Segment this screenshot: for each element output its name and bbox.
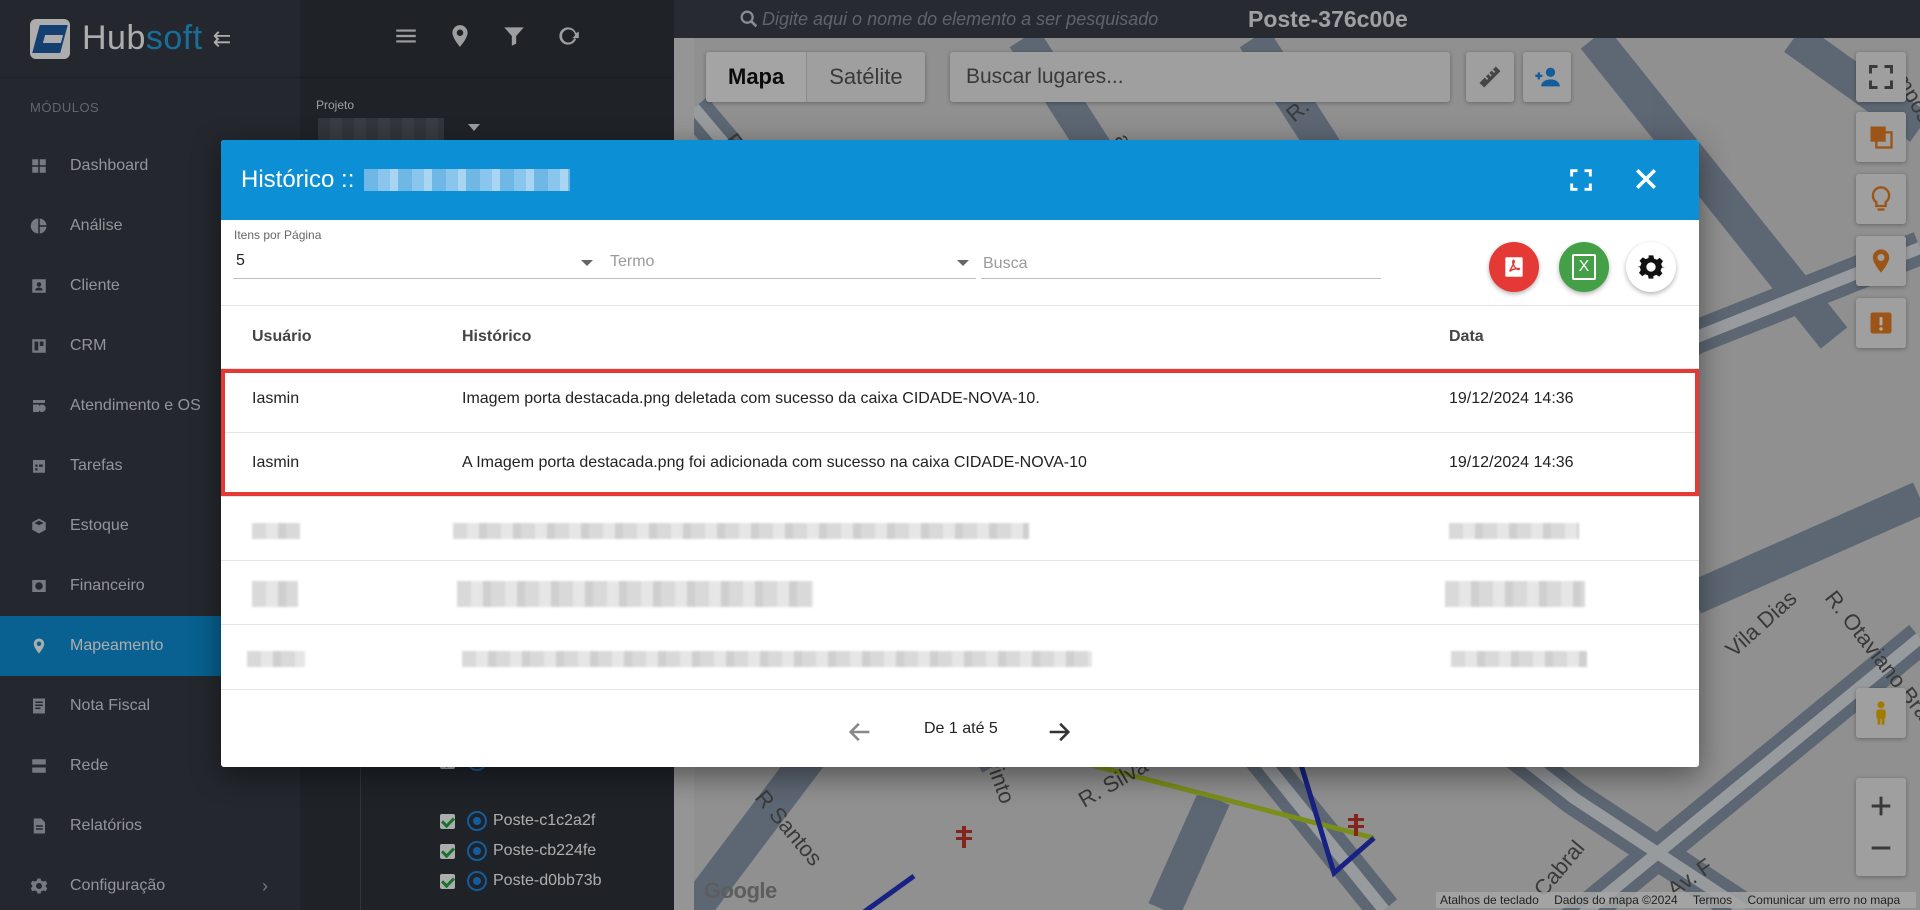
redacted-cell xyxy=(252,523,300,539)
history-modal: Histórico :: Itens por Página 5 Termo Bu… xyxy=(221,140,1699,767)
redacted-cell xyxy=(252,581,298,607)
gear-icon xyxy=(1637,255,1665,279)
redacted-cell xyxy=(457,581,813,607)
pdf-icon xyxy=(1505,257,1523,277)
cell-history: Imagem porta destacada.png deletada com … xyxy=(462,390,1040,407)
field-underline xyxy=(981,278,1381,279)
filters-bar: Itens por Página 5 Termo Busca X xyxy=(221,220,1699,306)
table-row[interactable]: Iasmin Imagem porta destacada.png deleta… xyxy=(221,369,1699,433)
column-header-user[interactable]: Usuário xyxy=(252,328,312,346)
table-row-redacted[interactable] xyxy=(221,625,1699,689)
column-header-history[interactable]: Histórico xyxy=(462,328,531,346)
redacted-cell xyxy=(1451,651,1587,667)
arrow-right-icon[interactable] xyxy=(1045,718,1073,746)
cell-user: Iasmin xyxy=(252,454,300,471)
search-input[interactable]: Busca xyxy=(983,255,1027,273)
term-select[interactable]: Termo xyxy=(610,253,654,271)
export-excel-button[interactable]: X xyxy=(1559,242,1609,292)
items-per-page-label: Itens por Página xyxy=(234,228,322,242)
table-row-redacted[interactable] xyxy=(221,497,1699,561)
column-header-date[interactable]: Data xyxy=(1449,328,1484,346)
redacted-cell xyxy=(1445,581,1585,607)
close-icon[interactable] xyxy=(1631,164,1661,194)
cell-user: Iasmin xyxy=(252,390,300,407)
items-per-page-select[interactable]: 5 xyxy=(236,252,245,270)
redacted-cell xyxy=(453,523,1029,539)
page-info: De 1 até 5 xyxy=(924,720,998,737)
settings-button[interactable] xyxy=(1626,242,1676,292)
cell-date: 19/12/2024 14:36 xyxy=(1449,454,1574,471)
redacted-cell xyxy=(247,651,305,667)
redacted-cell xyxy=(462,651,1092,667)
cell-date: 19/12/2024 14:36 xyxy=(1449,390,1574,407)
arrow-left-icon[interactable] xyxy=(846,718,874,746)
modal-title: Histórico :: xyxy=(241,166,355,193)
chevron-down-icon[interactable] xyxy=(581,260,593,266)
redacted-cell xyxy=(1449,523,1579,539)
table-header: Usuário Histórico Data xyxy=(221,306,1699,369)
cell-history: A Imagem porta destacada.png foi adicion… xyxy=(462,454,1087,471)
expand-icon[interactable] xyxy=(1567,166,1595,194)
field-underline xyxy=(608,278,976,279)
modal-header: Histórico :: xyxy=(221,140,1699,220)
pagination: De 1 até 5 xyxy=(221,689,1699,767)
excel-icon: X xyxy=(1572,254,1596,280)
modal-title-redacted xyxy=(364,169,571,191)
field-underline xyxy=(233,278,611,279)
export-pdf-button[interactable] xyxy=(1489,242,1539,292)
table-row-redacted[interactable] xyxy=(221,561,1699,625)
chevron-down-icon[interactable] xyxy=(957,260,969,266)
table-row[interactable]: Iasmin A Imagem porta destacada.png foi … xyxy=(221,433,1699,497)
